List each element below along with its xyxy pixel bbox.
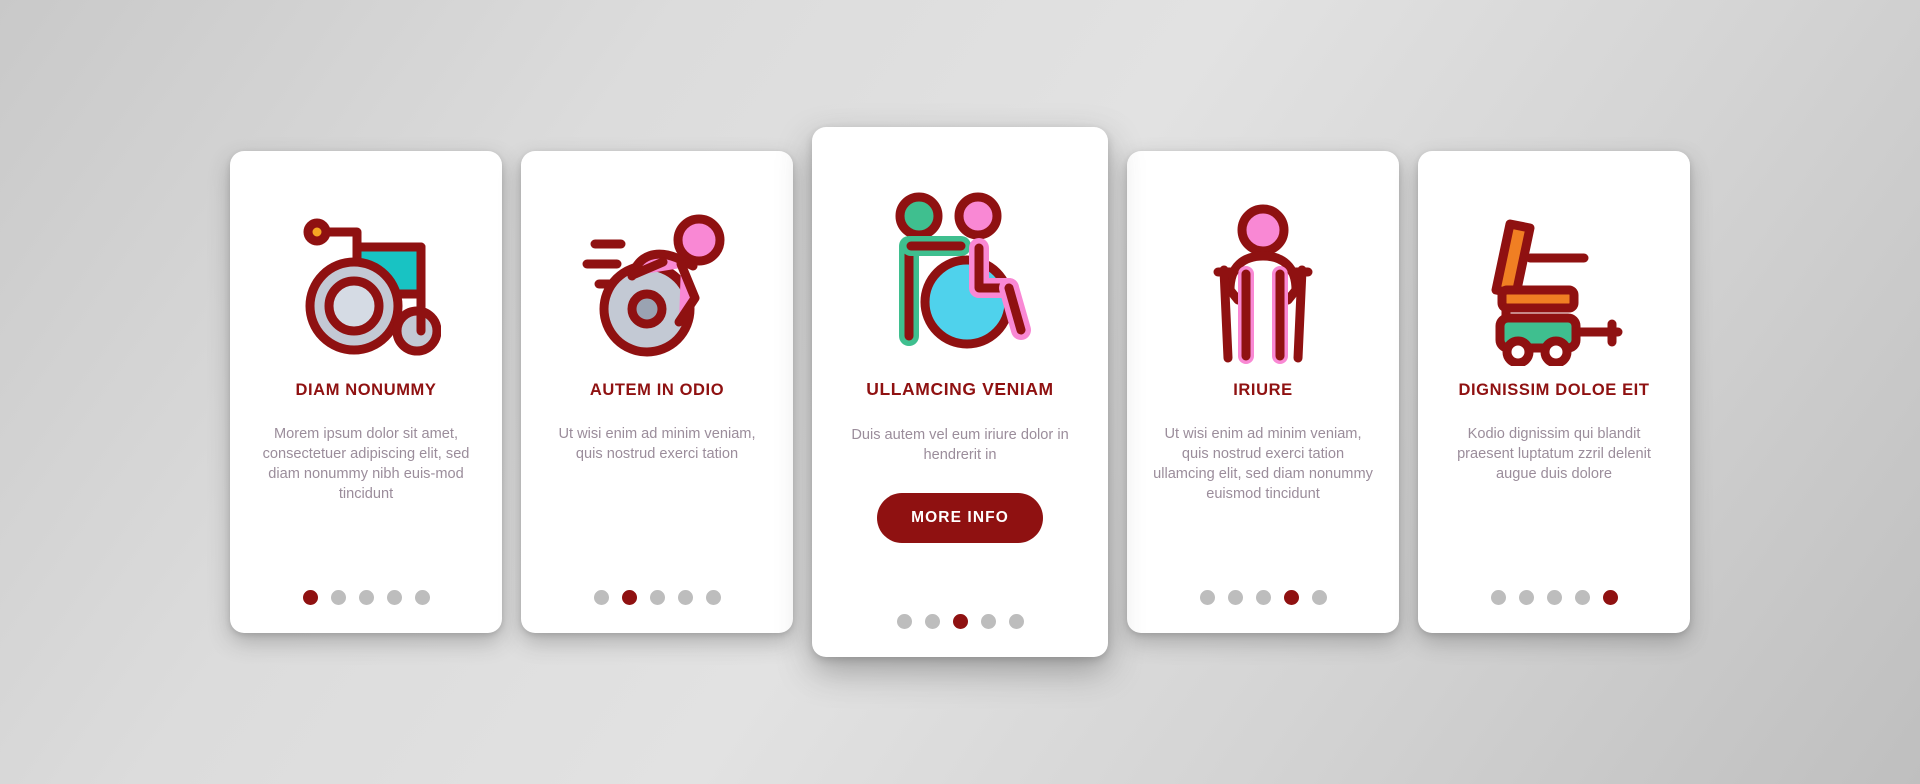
- pagination-dot[interactable]: [1546, 590, 1562, 605]
- caregiver-wheelchair-icon: [830, 171, 1090, 379]
- wheelchair-icon: [248, 191, 484, 381]
- card-title: DIGNISSIM DOLOE EIT: [1458, 381, 1650, 399]
- pagination-dot[interactable]: [1574, 590, 1590, 605]
- pagination-dot[interactable]: [1199, 590, 1215, 605]
- card-body: Ut wisi enim ad minim veniam, quis nostr…: [558, 425, 756, 463]
- pagination-dot[interactable]: [1602, 590, 1618, 605]
- pagination-dots-5[interactable]: [1418, 590, 1690, 605]
- card-title: ULLAMCING VENIAM: [866, 379, 1054, 399]
- onboarding-card-5[interactable]: DIGNISSIM DOLOE EIT Kodio dignissim qui …: [1418, 151, 1690, 633]
- pagination-dots-4[interactable]: [1127, 590, 1399, 605]
- pagination-dot[interactable]: [1255, 590, 1271, 605]
- onboarding-card-list: DIAM NONUMMY Morem ipsum dolor sit amet,…: [0, 0, 1920, 784]
- pagination-dot[interactable]: [386, 590, 402, 605]
- pagination-dot[interactable]: [358, 590, 374, 605]
- pagination-dot[interactable]: [896, 614, 912, 629]
- pagination-dot[interactable]: [414, 590, 430, 605]
- card-title: DIAM NONUMMY: [295, 381, 437, 399]
- pagination-dot[interactable]: [677, 590, 693, 605]
- pagination-dots-1[interactable]: [230, 590, 502, 605]
- onboarding-screens-stage: DIAM NONUMMY Morem ipsum dolor sit amet,…: [0, 0, 1920, 784]
- person-crutches-icon: [1145, 191, 1381, 381]
- pagination-dot[interactable]: [1283, 590, 1299, 605]
- electric-wheelchair-icon: [1436, 191, 1672, 381]
- pagination-dot[interactable]: [302, 590, 318, 605]
- pagination-dot[interactable]: [1490, 590, 1506, 605]
- pagination-dot[interactable]: [593, 590, 609, 605]
- pagination-dot[interactable]: [1311, 590, 1327, 605]
- more-info-button[interactable]: MORE INFO: [877, 493, 1043, 544]
- onboarding-card-4[interactable]: IRIURE Ut wisi enim ad minim veniam, qui…: [1127, 151, 1399, 633]
- card-body: Duis autem vel eum iriure dolor in hendr…: [851, 427, 1069, 464]
- card-body: Kodio dignissim qui blandit praesent lup…: [1457, 425, 1651, 483]
- pagination-dot[interactable]: [1008, 614, 1024, 629]
- pagination-dot[interactable]: [1518, 590, 1534, 605]
- pagination-dot[interactable]: [330, 590, 346, 605]
- wheelchair-racer-icon: [539, 191, 775, 381]
- pagination-dots-3[interactable]: [812, 614, 1108, 629]
- pagination-dot[interactable]: [924, 614, 940, 629]
- onboarding-card-1[interactable]: DIAM NONUMMY Morem ipsum dolor sit amet,…: [230, 151, 502, 633]
- pagination-dots-2[interactable]: [521, 590, 793, 605]
- pagination-dot[interactable]: [705, 590, 721, 605]
- onboarding-card-3-featured[interactable]: ULLAMCING VENIAM Duis autem vel eum iriu…: [812, 127, 1108, 657]
- card-body: Ut wisi enim ad minim veniam, quis nostr…: [1153, 425, 1373, 503]
- pagination-dot[interactable]: [980, 614, 996, 629]
- onboarding-card-2[interactable]: AUTEM IN ODIO Ut wisi enim ad minim veni…: [521, 151, 793, 633]
- pagination-dot[interactable]: [621, 590, 637, 605]
- card-title: AUTEM IN ODIO: [589, 381, 725, 399]
- pagination-dot[interactable]: [952, 614, 968, 629]
- card-body: Morem ipsum dolor sit amet, consectetuer…: [262, 425, 470, 503]
- pagination-dot[interactable]: [649, 590, 665, 605]
- card-title: IRIURE: [1233, 381, 1293, 399]
- pagination-dot[interactable]: [1227, 590, 1243, 605]
